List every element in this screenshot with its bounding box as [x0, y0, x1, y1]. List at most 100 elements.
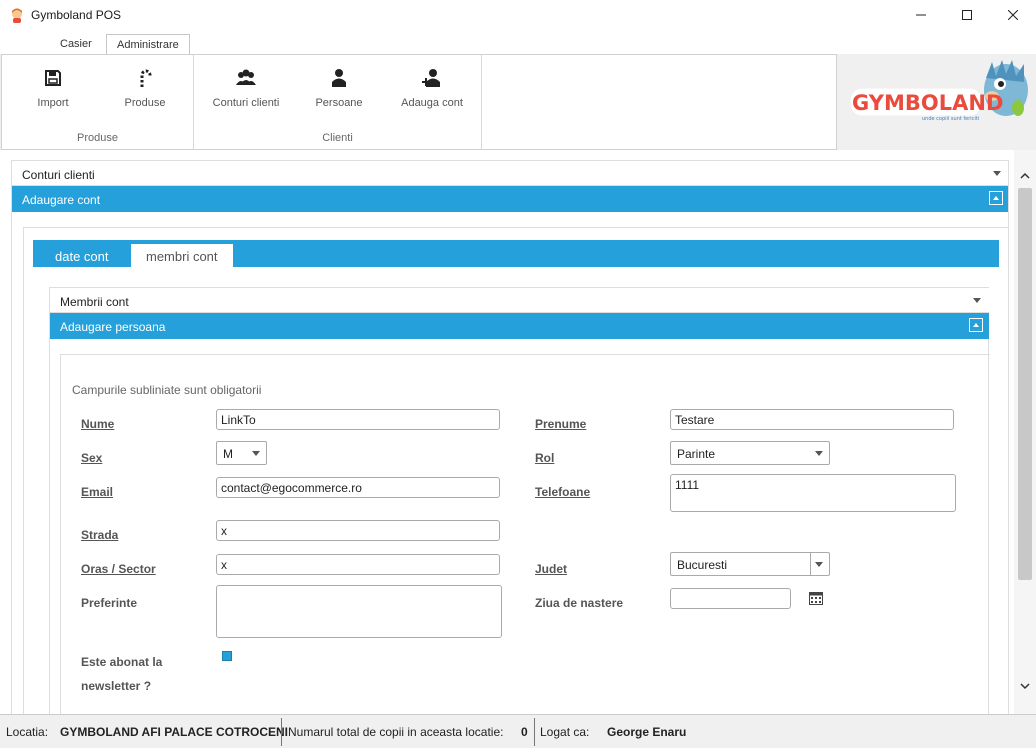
- rol-value: Parinte: [677, 447, 716, 461]
- strada-label: Strada: [81, 528, 119, 542]
- status-divider: [534, 718, 535, 746]
- minimize-button[interactable]: [898, 0, 944, 30]
- logo-text: GYMBOLAND: [852, 91, 1003, 115]
- strada-input[interactable]: [216, 520, 500, 541]
- chevron-down-icon: [815, 562, 823, 567]
- user-icon: [332, 69, 346, 87]
- users-group-icon: [236, 69, 256, 85]
- content-tabstrip: date cont membri cont: [33, 240, 999, 267]
- adaugare-cont-panel: date cont membri cont Membrii cont Adaug…: [23, 227, 1008, 714]
- newsletter-label-line1: Este abonat la: [81, 655, 163, 669]
- preferinte-textarea[interactable]: [216, 585, 502, 638]
- tab-administrare[interactable]: Administrare: [106, 34, 190, 55]
- accordion-conturi-clienti-label: Conturi clienti: [22, 168, 95, 182]
- window-title: Gymboland POS: [31, 8, 122, 22]
- title-bar: Gymboland POS: [0, 0, 1036, 30]
- rol-select[interactable]: Parinte: [670, 441, 830, 465]
- add-user-icon: [422, 69, 440, 87]
- nume-label: Nume: [81, 417, 115, 431]
- oras-label: Oras / Sector: [81, 562, 156, 576]
- tab-date-cont[interactable]: date cont: [40, 244, 124, 267]
- panel-area: Conturi clienti Adaugare cont date cont …: [11, 160, 1009, 714]
- status-bar: Locatia: GYMBOLAND AFI PALACE COTROCENI …: [0, 714, 1036, 748]
- collapse-icon[interactable]: [969, 318, 983, 332]
- persoane-button[interactable]: Persoane: [294, 67, 384, 109]
- tab-membri-cont[interactable]: membri cont: [131, 244, 233, 267]
- copii-label: Numarul total de copii in aceasta locati…: [288, 725, 504, 739]
- membri-cont-area: Membrii cont Adaugare persoana Campurile…: [49, 287, 990, 714]
- sex-label: Sex: [81, 451, 103, 465]
- prenume-label: Prenume: [535, 417, 587, 431]
- accordion-adaugare-persoana-label: Adaugare persoana: [60, 320, 166, 334]
- minimize-icon: [916, 14, 926, 16]
- conturi-clienti-label: Conturi clienti: [212, 97, 280, 109]
- maximize-icon: [962, 10, 972, 20]
- ribbon-group-clienti: Conturi clienti Persoane Adauga cont Cli…: [194, 55, 482, 149]
- preferinte-label: Preferinte: [81, 596, 138, 610]
- close-icon: [1008, 10, 1018, 20]
- accordion-conturi-clienti[interactable]: Conturi clienti: [12, 160, 1008, 186]
- status-divider: [281, 718, 282, 746]
- maximize-button[interactable]: [944, 0, 990, 30]
- ribbon-group-label-produse: Produse: [77, 132, 118, 144]
- chevron-down-icon: [993, 171, 1001, 176]
- gymboland-logo: GYMBOLAND unde copiii sunt fericiti: [846, 58, 1030, 128]
- conturi-clienti-button[interactable]: Conturi clienti: [201, 67, 291, 109]
- persoane-label: Persoane: [315, 97, 363, 109]
- required-fields-hint: Campurile subliniate sunt obligatorii: [72, 383, 262, 397]
- close-button[interactable]: [990, 0, 1036, 30]
- calendar-icon[interactable]: [809, 591, 823, 605]
- main-content: Conturi clienti Adaugare cont date cont …: [0, 150, 1036, 714]
- ribbon-group-produse: Import Produse Produse: [2, 55, 194, 149]
- tab-casier[interactable]: Casier: [50, 34, 102, 55]
- accordion-membrii-cont-label: Membrii cont: [60, 295, 129, 309]
- import-label: Import: [37, 97, 69, 109]
- import-button[interactable]: Import: [8, 67, 98, 109]
- judet-label: Judet: [535, 562, 568, 576]
- vertical-scrollbar[interactable]: [1014, 150, 1036, 714]
- adaugare-persoana-form: Campurile subliniate sunt obligatorii Nu…: [60, 354, 990, 714]
- scroll-up-icon[interactable]: [1019, 170, 1031, 182]
- locatia-label: Locatia:: [6, 725, 49, 739]
- accordion-membrii-cont[interactable]: Membrii cont: [50, 287, 989, 313]
- accordion-adaugare-cont[interactable]: Adaugare cont: [12, 186, 1008, 212]
- logo-tagline: unde copiii sunt fericiti: [922, 116, 979, 122]
- collapse-icon[interactable]: [989, 191, 1003, 205]
- logat-label: Logat ca:: [540, 725, 590, 739]
- candy-cane-icon: [140, 69, 152, 87]
- chevron-down-icon: [815, 451, 823, 456]
- logat-value: George Enaru: [607, 725, 687, 739]
- newsletter-checkbox[interactable]: [222, 651, 232, 661]
- nume-input[interactable]: [216, 409, 500, 430]
- ribbon-tabs: Casier Administrare: [0, 30, 1036, 55]
- app-icon: [12, 8, 22, 23]
- scrollbar-thumb[interactable]: [1018, 188, 1032, 580]
- email-label: Email: [81, 485, 114, 499]
- adauga-cont-label: Adauga cont: [401, 97, 463, 109]
- sex-value: M: [223, 447, 233, 461]
- ribbon-group-label-clienti: Clienti: [322, 132, 353, 144]
- produse-label: Produse: [124, 97, 166, 109]
- telefoane-textarea[interactable]: 1111: [670, 474, 956, 512]
- newsletter-label-line2: newsletter ?: [81, 679, 152, 693]
- produse-button[interactable]: Produse: [100, 67, 190, 109]
- email-input[interactable]: [216, 477, 500, 498]
- scroll-down-icon[interactable]: [1019, 680, 1031, 692]
- judet-value: Bucuresti: [677, 558, 728, 572]
- sex-select[interactable]: M: [216, 441, 267, 465]
- chevron-down-icon: [252, 451, 260, 456]
- locatia-value: GYMBOLAND AFI PALACE COTROCENI: [60, 725, 288, 739]
- rol-label: Rol: [535, 451, 555, 465]
- ziua-nastere-input[interactable]: [670, 588, 791, 609]
- oras-input[interactable]: [216, 554, 500, 575]
- ziua-nastere-label: Ziua de nastere: [535, 596, 624, 610]
- telefoane-label: Telefoane: [535, 485, 591, 499]
- judet-select[interactable]: Bucuresti: [670, 552, 830, 576]
- select-separator: [810, 553, 811, 575]
- import-icon: [45, 70, 61, 86]
- prenume-input[interactable]: [670, 409, 954, 430]
- chevron-down-icon: [973, 298, 981, 303]
- accordion-adaugare-persoana[interactable]: Adaugare persoana: [50, 313, 989, 339]
- adauga-cont-button[interactable]: Adauga cont: [387, 67, 477, 109]
- ribbon-panel: Import Produse Produse Conturi clienti P…: [1, 54, 837, 150]
